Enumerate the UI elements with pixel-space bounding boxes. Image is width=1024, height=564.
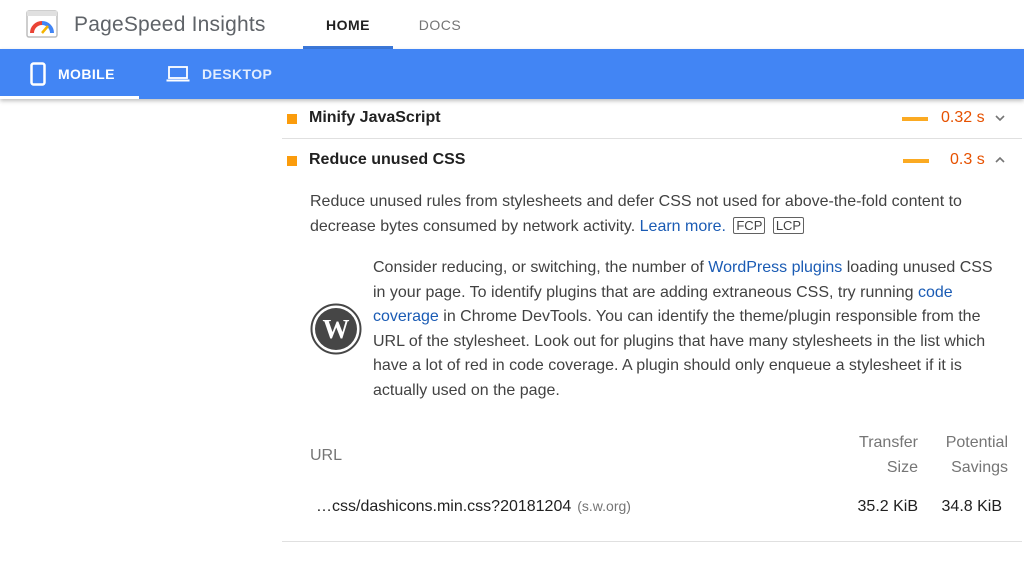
pagespeed-gauge-icon[interactable]: [26, 10, 58, 38]
table-row-url[interactable]: …css/dashicons.min.css?20181204 (s.w.org): [316, 498, 631, 516]
wp-advice-text: Consider reducing, or switching, the num…: [373, 259, 709, 276]
savings-bar: [902, 117, 928, 121]
column-header-line: Savings: [951, 458, 1008, 476]
audit-row-reduce-unused-css[interactable]: Reduce unused CSS 0.3 s: [282, 141, 1022, 181]
audit-title: Minify JavaScript: [309, 109, 441, 126]
description-text: Reduce unused rules from stylesheets and…: [310, 193, 962, 235]
metric-chip-fcp: FCP: [733, 216, 766, 234]
column-header-line: Size: [886, 458, 918, 476]
svg-text:W: W: [323, 314, 350, 344]
tab-mobile-label: MOBILE: [58, 66, 115, 82]
status-square-icon: [287, 114, 297, 124]
chevron-down-icon[interactable]: [994, 112, 1006, 124]
table-cell-potential-savings: 34.8 KiB: [941, 498, 1002, 515]
status-square-icon: [287, 156, 297, 166]
audit-value: 0.3 s: [950, 151, 985, 168]
column-header-line: Transfer: [859, 434, 918, 451]
top-header: PageSpeed Insights HOME DOCS: [0, 0, 1024, 49]
chevron-up-icon[interactable]: [994, 154, 1006, 166]
tab-home[interactable]: HOME: [303, 17, 393, 33]
laptop-icon: [166, 65, 190, 83]
tab-desktop[interactable]: DESKTOP: [139, 49, 289, 99]
app-title[interactable]: PageSpeed Insights: [74, 13, 266, 37]
audit-row-minify-javascript[interactable]: Minify JavaScript 0.32 s: [282, 99, 1022, 139]
column-header-transfer-size: Transfer Size: [840, 431, 918, 480]
tab-desktop-label: DESKTOP: [202, 66, 273, 82]
tab-mobile[interactable]: MOBILE: [0, 49, 139, 99]
audit-title: Reduce unused CSS: [309, 151, 466, 168]
audit-description: Reduce unused rules from stylesheets and…: [310, 190, 1000, 239]
audit-value: 0.32 s: [941, 109, 985, 126]
resource-url: …css/dashicons.min.css?20181204: [316, 498, 572, 515]
wordpress-plugins-link[interactable]: WordPress plugins: [708, 259, 842, 276]
resource-host: (s.w.org): [577, 498, 631, 514]
tab-docs[interactable]: DOCS: [400, 17, 480, 33]
metric-chip-lcp: LCP: [772, 216, 805, 234]
column-header-potential-savings: Potential Savings: [930, 431, 1008, 480]
divider: [282, 541, 1022, 542]
savings-bar: [903, 159, 929, 163]
phone-icon: [30, 62, 46, 86]
column-header-line: Potential: [945, 434, 1008, 451]
wp-advice-text: in Chrome DevTools. You can identify the…: [373, 308, 986, 399]
table-cell-transfer-size: 35.2 KiB: [857, 498, 918, 515]
wordpress-advice: Consider reducing, or switching, the num…: [373, 256, 1003, 403]
learn-more-link[interactable]: Learn more.: [640, 218, 726, 235]
active-device-indicator: [0, 96, 139, 99]
column-header-url: URL: [310, 447, 343, 464]
wordpress-logo-icon: W: [310, 303, 362, 355]
device-bar: MOBILE DESKTOP: [0, 49, 1024, 99]
